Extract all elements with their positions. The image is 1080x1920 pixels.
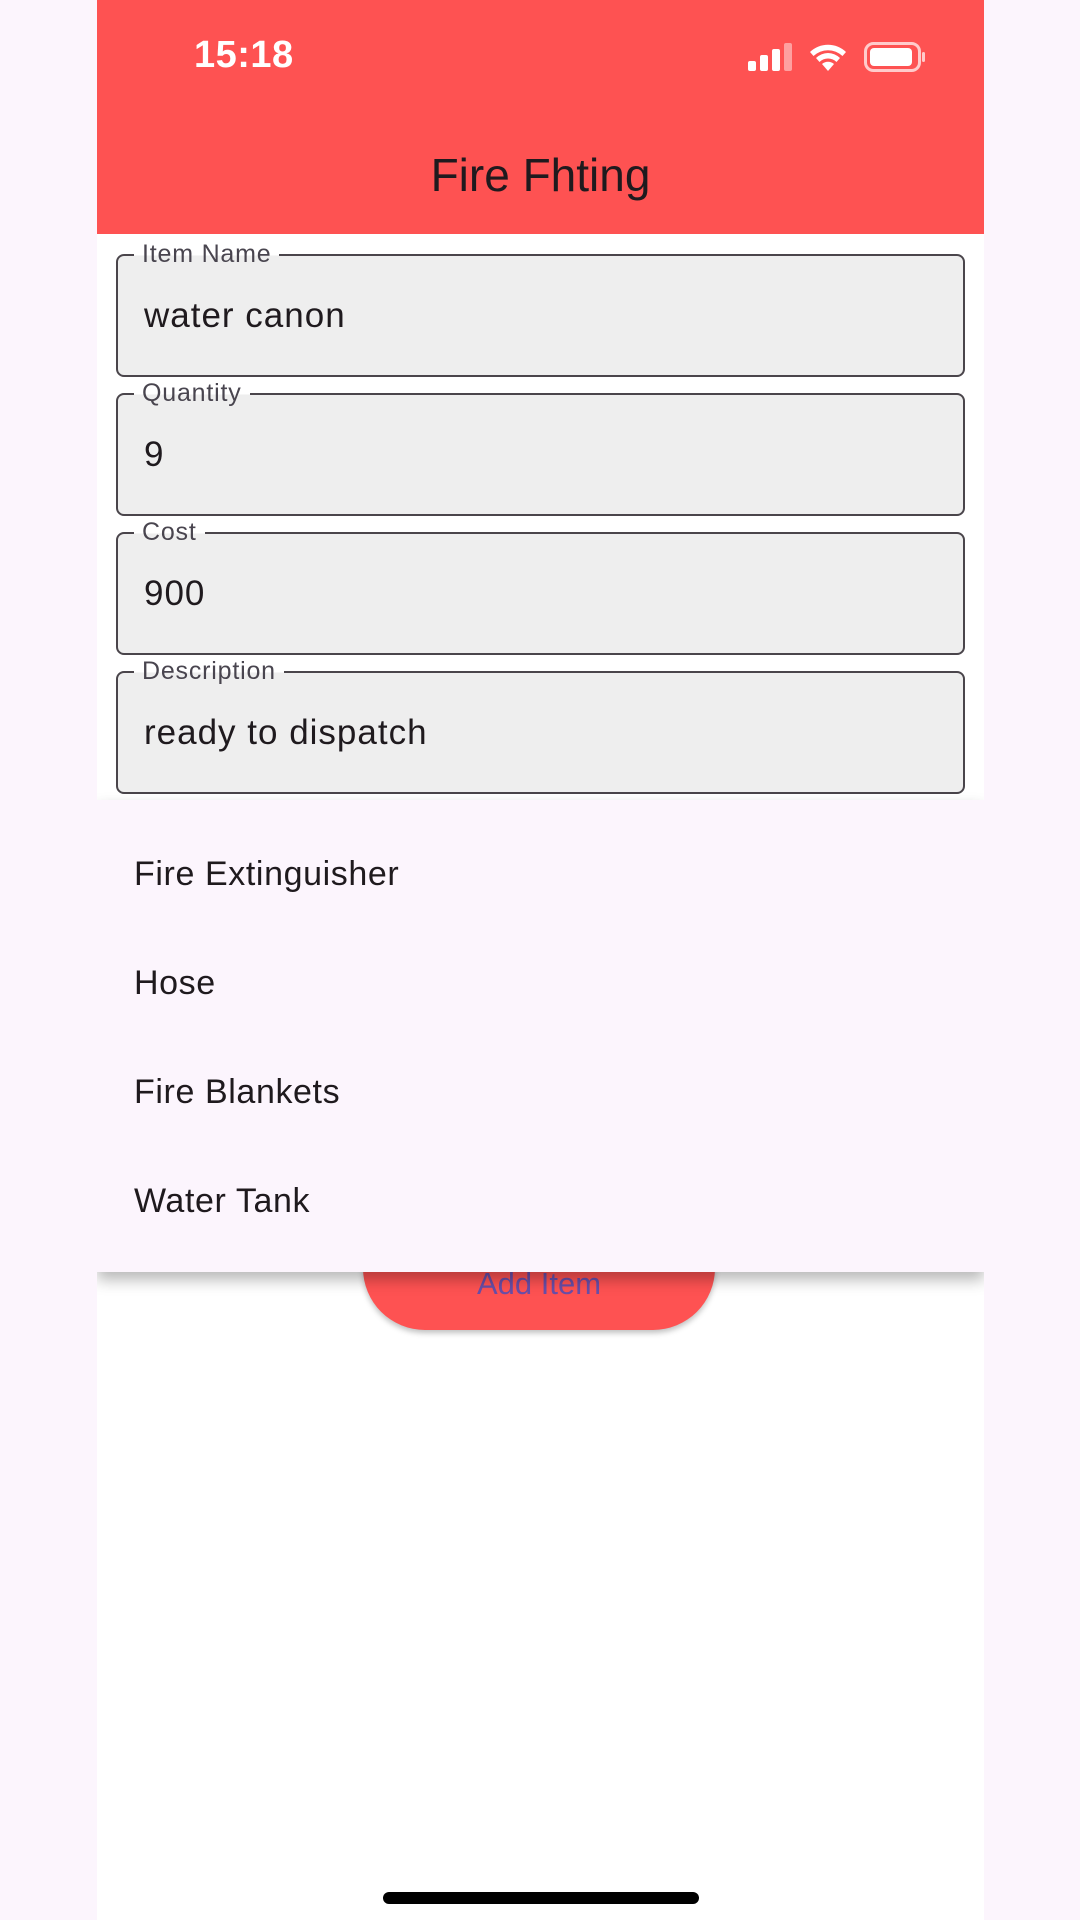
field-value: ready to dispatch — [144, 713, 428, 752]
battery-icon — [864, 41, 926, 77]
status-time: 15:18 — [194, 34, 294, 76]
field-value: 900 — [144, 574, 206, 613]
item-name-field[interactable]: Item Name water canon — [116, 239, 965, 377]
dropdown-option-water-tank[interactable]: Water Tank — [134, 1182, 310, 1221]
app-screen: 15:18 Fire Fhting Item Name water canon … — [97, 0, 984, 1920]
dropdown-option-fire-extinguisher[interactable]: Fire Extinguisher — [134, 855, 399, 894]
cost-field[interactable]: Cost 900 — [116, 517, 965, 655]
field-label: Description — [134, 656, 284, 686]
wifi-icon — [808, 42, 848, 77]
status-icons — [748, 41, 926, 77]
field-label: Quantity — [134, 378, 250, 408]
dropdown-option-fire-blankets[interactable]: Fire Blankets — [134, 1073, 340, 1112]
field-value: 9 — [144, 435, 165, 474]
quantity-field[interactable]: Quantity 9 — [116, 378, 965, 516]
description-field[interactable]: Description ready to dispatch — [116, 656, 965, 794]
field-label: Item Name — [134, 239, 280, 269]
app-bar: 15:18 Fire Fhting — [97, 0, 984, 234]
item-type-dropdown-menu: Fire Extinguisher Hose Fire Blankets Wat… — [97, 800, 984, 1272]
home-indicator[interactable] — [383, 1892, 699, 1904]
page-title: Fire Fhting — [430, 149, 651, 201]
field-label: Cost — [134, 517, 205, 547]
field-value: water canon — [144, 296, 346, 335]
dropdown-option-hose[interactable]: Hose — [134, 964, 216, 1003]
cellular-signal-icon — [748, 42, 792, 76]
